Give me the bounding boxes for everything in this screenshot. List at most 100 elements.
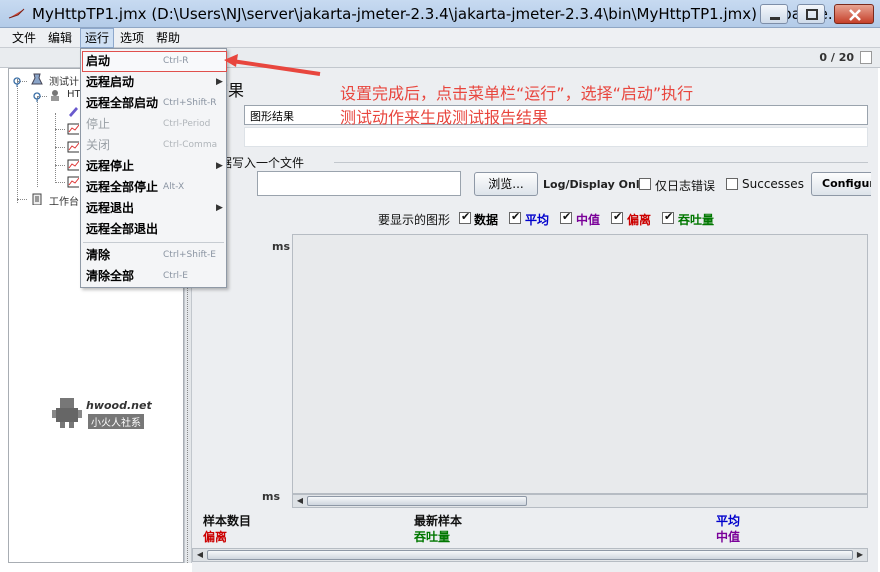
results-graph-canvas (292, 234, 868, 494)
window-title: MyHttpTP1.jmx (D:\Users\NJ\server\jakart… (32, 5, 843, 23)
menu-item-stop-shortcut: Ctrl-Period (163, 119, 211, 129)
graph-listener-icon (67, 159, 79, 171)
deviation-checkbox[interactable] (611, 210, 623, 224)
menu-file[interactable]: 文件 (8, 28, 40, 48)
menu-item-remote-start-label: 远程启动 (86, 75, 135, 89)
graph-listener-icon (67, 176, 79, 188)
maximize-icon (806, 9, 818, 20)
menu-item-shutdown-label: 关闭 (86, 138, 111, 152)
thread-counter: 0 / 20 (819, 51, 854, 64)
minimize-button[interactable] (760, 4, 788, 24)
run-menu-dropdown: 启动 Ctrl-R 远程启动 ▶ 远程全部启动 Ctrl+Shift-R 停止 … (80, 48, 227, 288)
scroll-thumb[interactable] (307, 496, 527, 506)
menu-item-remote-stop-all-shortcut: Alt-X (163, 182, 185, 192)
menu-item-start-shortcut: Ctrl-R (163, 56, 189, 66)
deviation-stat-label: 偏离 (203, 530, 228, 544)
submenu-arrow-icon: ▶ (216, 203, 223, 213)
menu-item-remote-start-all-label: 远程全部启动 (86, 96, 159, 110)
menu-item-remote-stop-all[interactable]: 远程全部停止 Alt-X (81, 177, 226, 198)
scroll-left-icon[interactable]: ◀ (293, 495, 307, 507)
comment-field[interactable] (244, 127, 868, 147)
graph-listener-icon (67, 123, 79, 135)
browse-button[interactable]: 浏览... (474, 172, 538, 196)
deviation-option-label: 偏离 (627, 213, 652, 227)
menu-item-clear[interactable]: 清除 Ctrl+Shift-E (81, 245, 226, 266)
menu-item-stop[interactable]: 停止 Ctrl-Period (81, 114, 226, 135)
scroll-left-icon[interactable]: ◀ (193, 549, 207, 561)
graph-horizontal-scrollbar[interactable]: ◀ (292, 494, 868, 508)
close-icon (849, 9, 861, 21)
menu-item-stop-label: 停止 (86, 117, 111, 131)
menu-separator (83, 242, 224, 243)
throughput-stat-label: 吞吐量 (414, 530, 451, 544)
average-option-label: 平均 (525, 213, 550, 227)
errors-only-checkbox[interactable] (639, 178, 651, 190)
menu-item-clear-label: 清除 (86, 248, 111, 262)
menu-item-shutdown-shortcut: Ctrl-Comma (163, 140, 218, 150)
menu-help[interactable]: 帮助 (152, 28, 184, 48)
y-axis-unit-bottom: ms (262, 490, 281, 503)
panel-horizontal-scrollbar[interactable]: ◀ ▶ (192, 548, 868, 562)
expand-toggle-icon[interactable] (31, 90, 43, 102)
annotation-line-1: 设置完成后，点击菜单栏“运行”，选择“启动”执行 (340, 84, 694, 103)
successes-label: Successes (742, 177, 804, 191)
menu-bar: 文件 编辑 运行 选项 帮助 (0, 28, 880, 48)
name-field[interactable]: 图形结果 (244, 105, 868, 125)
title-bar: MyHttpTP1.jmx (D:\Users\NJ\server\jakart… (0, 0, 880, 28)
menu-item-remote-exit-all-label: 远程全部退出 (86, 222, 159, 236)
menu-item-remote-stop[interactable]: 远程停止 ▶ (81, 156, 226, 177)
annotation-arrow-icon (224, 54, 321, 76)
watermark-logo: hwood.net 小火人社系 (52, 396, 162, 430)
minimize-icon (770, 17, 780, 20)
expand-toggle-icon[interactable] (11, 75, 23, 87)
menu-run[interactable]: 运行 (80, 28, 115, 48)
section-divider (334, 162, 868, 163)
annotation-line-2: 测试动作来生成测试报告结果 (340, 108, 549, 127)
test-plan-icon (31, 73, 43, 85)
menu-item-clear-all[interactable]: 清除全部 Ctrl-E (81, 266, 226, 287)
data-checkbox[interactable] (459, 210, 471, 224)
menu-item-start[interactable]: 启动 Ctrl-R (81, 51, 226, 72)
data-option-label: 数据 (474, 213, 499, 227)
menu-item-clear-all-label: 清除全部 (86, 269, 135, 283)
graphs-to-display-label: 要显示的图形 (378, 213, 451, 227)
menu-options[interactable]: 选项 (116, 28, 148, 48)
tree-item-http[interactable]: HT (67, 89, 81, 100)
tree-item-test-plan[interactable]: 测试计 (49, 73, 79, 88)
menu-item-remote-stop-all-label: 远程全部停止 (86, 180, 159, 194)
menu-item-shutdown[interactable]: 关闭 Ctrl-Comma (81, 135, 226, 156)
robot-mascot-icon (52, 398, 82, 428)
successes-checkbox[interactable] (726, 178, 738, 190)
menu-item-remote-exit-all[interactable]: 远程全部退出 (81, 219, 226, 240)
throughput-option-label: 吞吐量 (678, 213, 715, 227)
menu-item-remote-stop-label: 远程停止 (86, 159, 135, 173)
filename-input[interactable] (257, 171, 461, 196)
thread-group-icon (51, 90, 59, 101)
menu-item-clear-shortcut: Ctrl+Shift-E (163, 250, 216, 260)
menu-item-remote-start-all[interactable]: 远程全部启动 Ctrl+Shift-R (81, 93, 226, 114)
scroll-right-icon[interactable]: ▶ (853, 549, 867, 561)
submenu-arrow-icon: ▶ (216, 161, 223, 171)
throughput-checkbox[interactable] (662, 210, 674, 224)
median-checkbox[interactable] (560, 210, 572, 224)
average-checkbox[interactable] (509, 210, 521, 224)
configure-button[interactable]: Configure (811, 172, 871, 196)
menu-item-remote-exit-label: 远程退出 (86, 201, 135, 215)
scroll-thumb[interactable] (207, 550, 853, 560)
maximize-button[interactable] (797, 4, 825, 24)
sampler-pen-icon (69, 107, 78, 117)
log-display-label: Log/Display Only: (543, 178, 652, 191)
y-axis-unit-top: ms (272, 240, 291, 253)
menu-item-start-label: 启动 (86, 54, 111, 68)
tree-item-workbench[interactable]: 工作台 (49, 193, 79, 208)
median-stat-label: 中值 (716, 530, 741, 544)
graph-listener-icon (67, 141, 79, 153)
close-button[interactable] (834, 4, 874, 24)
menu-item-remote-start[interactable]: 远程启动 ▶ (81, 72, 226, 93)
watermark-caption: 小火人社系 (88, 414, 144, 429)
menu-item-remote-start-all-shortcut: Ctrl+Shift-R (163, 98, 217, 108)
run-status-indicator (860, 51, 872, 64)
menu-item-remote-exit[interactable]: 远程退出 ▶ (81, 198, 226, 219)
menu-edit[interactable]: 编辑 (44, 28, 76, 48)
average-stat-label: 平均 (716, 514, 741, 528)
